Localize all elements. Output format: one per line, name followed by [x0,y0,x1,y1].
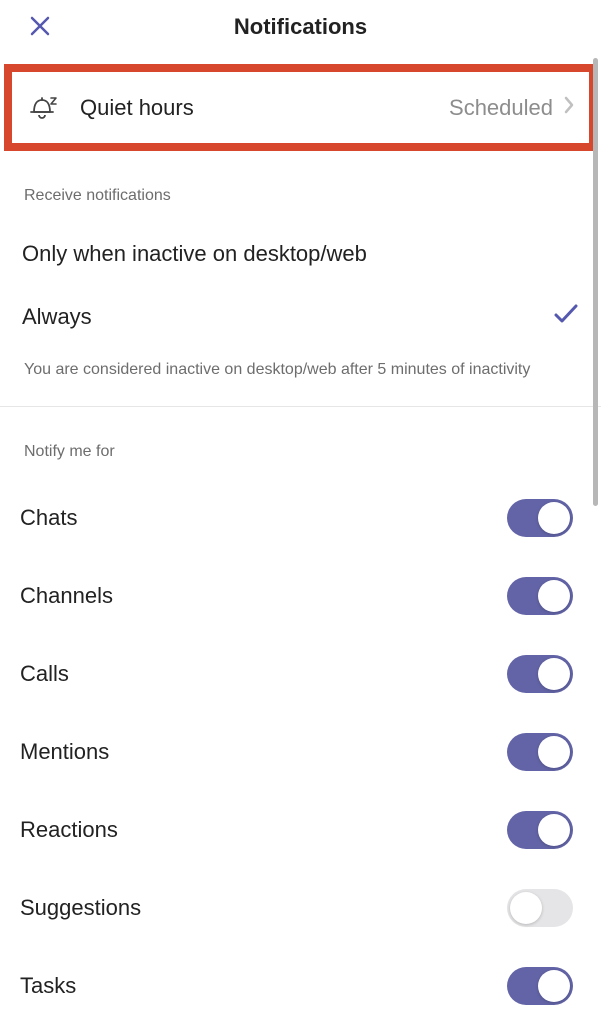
toggle-label: Suggestions [20,895,141,921]
toggle-knob [538,502,570,534]
chevron-right-icon [563,95,575,120]
option-label: Only when inactive on desktop/web [22,241,367,267]
receive-section-header: Receive notifications [22,151,579,223]
toggle-row-chats: Chats [0,479,601,557]
toggle-label: Reactions [20,817,118,843]
toggle-knob [538,736,570,768]
toggle-mentions[interactable] [507,733,573,771]
notify-section-header: Notify me for [0,407,601,479]
toggle-row-mentions: Mentions [0,713,601,791]
quiet-hours-highlight: Quiet hours Scheduled [4,64,597,151]
notify-toggle-list: Chats Channels Calls Mentions Reactions Sugge… [0,479,601,1025]
option-label: Always [22,304,92,330]
close-icon [28,14,52,38]
toggle-label: Tasks [20,973,76,999]
header: Notifications [0,0,601,58]
toggle-knob [538,658,570,690]
toggle-row-reactions: Reactions [0,791,601,869]
quiet-hours-row[interactable]: Quiet hours Scheduled [12,72,589,143]
toggle-channels[interactable] [507,577,573,615]
toggle-chats[interactable] [507,499,573,537]
toggle-reactions[interactable] [507,811,573,849]
inactive-info-text: You are considered inactive on desktop/w… [22,348,579,406]
checkmark-icon [553,303,579,330]
toggle-calls[interactable] [507,655,573,693]
scrollbar[interactable] [593,58,598,506]
toggle-label: Calls [20,661,69,687]
option-always[interactable]: Always [22,285,579,348]
toggle-knob [510,892,542,924]
quiet-hours-value: Scheduled [449,95,553,121]
receive-notifications-section: Receive notifications Only when inactive… [0,151,601,406]
toggle-label: Mentions [20,739,109,765]
quiet-hours-label: Quiet hours [80,95,449,121]
toggle-row-calls: Calls [0,635,601,713]
toggle-knob [538,814,570,846]
toggle-knob [538,970,570,1002]
toggle-knob [538,580,570,612]
toggle-row-suggestions: Suggestions [0,869,601,947]
toggle-label: Channels [20,583,113,609]
toggle-tasks[interactable] [507,967,573,1005]
toggle-row-tasks: Tasks [0,947,601,1025]
option-inactive-desktop[interactable]: Only when inactive on desktop/web [22,223,579,285]
bell-snooze-icon [28,90,58,125]
page-title: Notifications [20,14,581,40]
toggle-label: Chats [20,505,77,531]
toggle-row-channels: Channels [0,557,601,635]
toggle-suggestions[interactable] [507,889,573,927]
close-button[interactable] [28,14,52,38]
